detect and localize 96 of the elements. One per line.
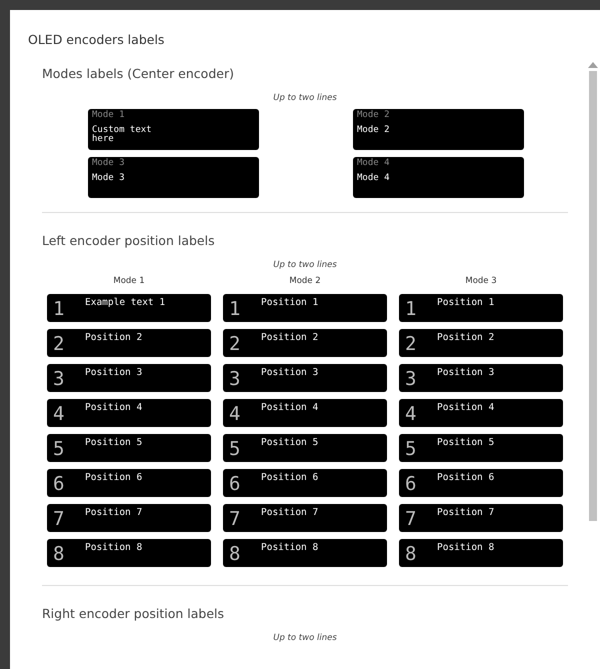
position-label-field[interactable]: 1 Position 1 — [399, 294, 563, 322]
section-heading: Modes labels (Center encoder) — [42, 65, 235, 83]
position-label-field[interactable]: 5 Position 5 — [223, 434, 387, 462]
mode-text: Mode 4 — [357, 174, 391, 183]
position-label-field[interactable]: 4 Position 4 — [399, 399, 563, 427]
mode-text: Mode 2 — [357, 126, 391, 135]
position-label-field[interactable]: 6 Position 6 — [47, 469, 211, 497]
position-number: 1 — [405, 297, 418, 322]
position-text: Position 8 — [85, 541, 142, 554]
mode-name: Mode 2 — [357, 110, 391, 120]
mode-label-field[interactable]: Mode 3 Mode 3 — [88, 157, 259, 198]
position-text: Position 8 — [261, 541, 318, 554]
hint-text: Up to two lines — [272, 93, 338, 103]
position-number: 1 — [229, 297, 242, 322]
position-label-field[interactable]: 2 Position 2 — [47, 329, 211, 357]
position-number: 4 — [53, 402, 66, 427]
hint-text: Up to two lines — [272, 633, 338, 643]
mode-label-field[interactable]: Mode 4 Mode 4 — [353, 157, 524, 198]
position-number: 8 — [405, 542, 418, 567]
position-text: Position 5 — [85, 436, 142, 449]
position-number: 6 — [229, 472, 242, 497]
position-text: Position 6 — [261, 471, 318, 484]
position-label-field[interactable]: 8 Position 8 — [47, 539, 211, 567]
position-label-field[interactable]: 1 Position 1 — [223, 294, 387, 322]
position-label-field[interactable]: 2 Position 2 — [399, 329, 563, 357]
mode-name: Mode 3 — [92, 158, 126, 168]
position-text: Position 2 — [261, 331, 318, 344]
position-label-field[interactable]: 7 Position 7 — [223, 504, 387, 532]
position-number: 3 — [53, 367, 66, 392]
position-label-field[interactable]: 3 Position 3 — [47, 364, 211, 392]
position-number: 5 — [53, 437, 66, 462]
position-number: 8 — [53, 542, 66, 567]
position-text: Position 6 — [437, 471, 494, 484]
position-label-field[interactable]: 3 Position 3 — [223, 364, 387, 392]
position-label-field[interactable]: 7 Position 7 — [399, 504, 563, 532]
position-text: Position 5 — [261, 436, 318, 449]
position-text: Position 3 — [85, 366, 142, 379]
position-label-field[interactable]: 1 Example text 1 — [47, 294, 211, 322]
position-number: 5 — [229, 437, 242, 462]
mode-label-field[interactable]: Mode 1 Custom text here — [88, 109, 259, 150]
position-number: 6 — [405, 472, 418, 497]
position-number: 4 — [405, 402, 418, 427]
position-label-field[interactable]: 8 Position 8 — [399, 539, 563, 567]
position-text: Position 3 — [437, 366, 494, 379]
scroll-up-icon[interactable] — [588, 62, 598, 68]
position-label-field[interactable]: 5 Position 5 — [399, 434, 563, 462]
position-text: Position 5 — [437, 436, 494, 449]
position-text: Position 1 — [261, 296, 318, 309]
section-heading: Left encoder position labels — [42, 232, 216, 250]
position-label-field[interactable]: 7 Position 7 — [47, 504, 211, 532]
position-number: 7 — [53, 507, 66, 532]
position-text: Position 1 — [437, 296, 494, 309]
position-label-field[interactable]: 3 Position 3 — [399, 364, 563, 392]
position-label-field[interactable]: 2 Position 2 — [223, 329, 387, 357]
mode-name: Mode 1 — [92, 110, 126, 120]
position-label-field[interactable]: 6 Position 6 — [223, 469, 387, 497]
mode-label-field[interactable]: Mode 2 Mode 2 — [353, 109, 524, 150]
position-label-field[interactable]: 6 Position 6 — [399, 469, 563, 497]
position-text: Position 2 — [85, 331, 142, 344]
position-number: 5 — [405, 437, 418, 462]
column-heading: Mode 2 — [288, 276, 322, 286]
position-number: 1 — [53, 297, 66, 322]
position-number: 4 — [229, 402, 242, 427]
position-text: Position 7 — [437, 506, 494, 519]
column-heading: Mode 1 — [112, 276, 146, 286]
position-number: 2 — [229, 332, 242, 357]
position-text: Position 2 — [437, 331, 494, 344]
mode-name: Mode 4 — [357, 158, 391, 168]
position-text: Position 3 — [261, 366, 318, 379]
position-number: 3 — [405, 367, 418, 392]
position-label-field[interactable]: 8 Position 8 — [223, 539, 387, 567]
position-label-field[interactable]: 4 Position 4 — [47, 399, 211, 427]
mode-text: Mode 3 — [92, 174, 126, 183]
mode-text: Custom text here — [92, 126, 153, 144]
position-text: Position 7 — [85, 506, 142, 519]
position-number: 8 — [229, 542, 242, 567]
position-text: Position 8 — [437, 541, 494, 554]
position-text: Position 4 — [85, 401, 142, 414]
position-number: 7 — [229, 507, 242, 532]
hint-text: Up to two lines — [272, 260, 338, 270]
column-heading: Mode 3 — [464, 276, 498, 286]
position-number: 6 — [53, 472, 66, 497]
section-heading: Right encoder position labels — [42, 605, 225, 623]
position-number: 3 — [229, 367, 242, 392]
position-text: Position 7 — [261, 506, 318, 519]
position-label-field[interactable]: 5 Position 5 — [47, 434, 211, 462]
position-number: 7 — [405, 507, 418, 532]
position-text: Position 4 — [261, 401, 318, 414]
position-number: 2 — [405, 332, 418, 357]
scrollbar-thumb[interactable] — [589, 71, 597, 521]
position-text: Example text 1 — [85, 296, 166, 309]
position-number: 2 — [53, 332, 66, 357]
position-text: Position 6 — [85, 471, 142, 484]
position-label-field[interactable]: 4 Position 4 — [223, 399, 387, 427]
dialog-title: OLED encoders labels — [27, 31, 166, 49]
position-text: Position 4 — [437, 401, 494, 414]
